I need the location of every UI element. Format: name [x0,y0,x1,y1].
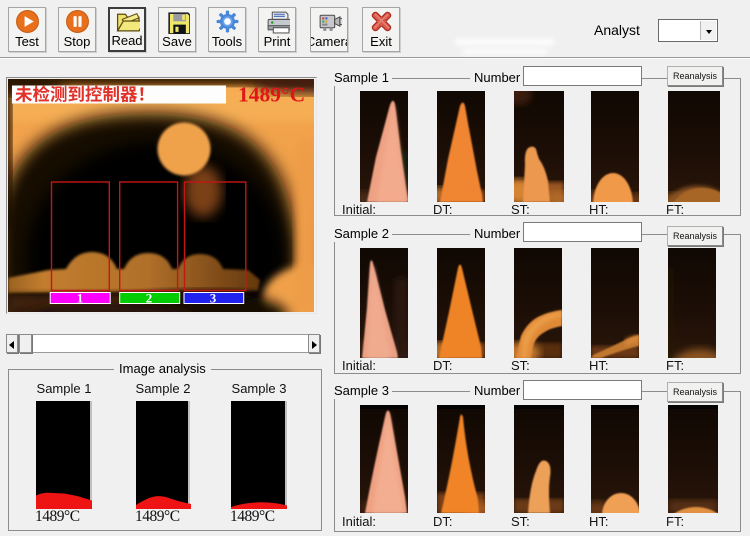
svg-text:3: 3 [210,291,217,306]
svg-text:2: 2 [146,291,153,306]
svg-text:1489°C: 1489°C [238,83,305,107]
svg-text:1: 1 [77,291,84,306]
